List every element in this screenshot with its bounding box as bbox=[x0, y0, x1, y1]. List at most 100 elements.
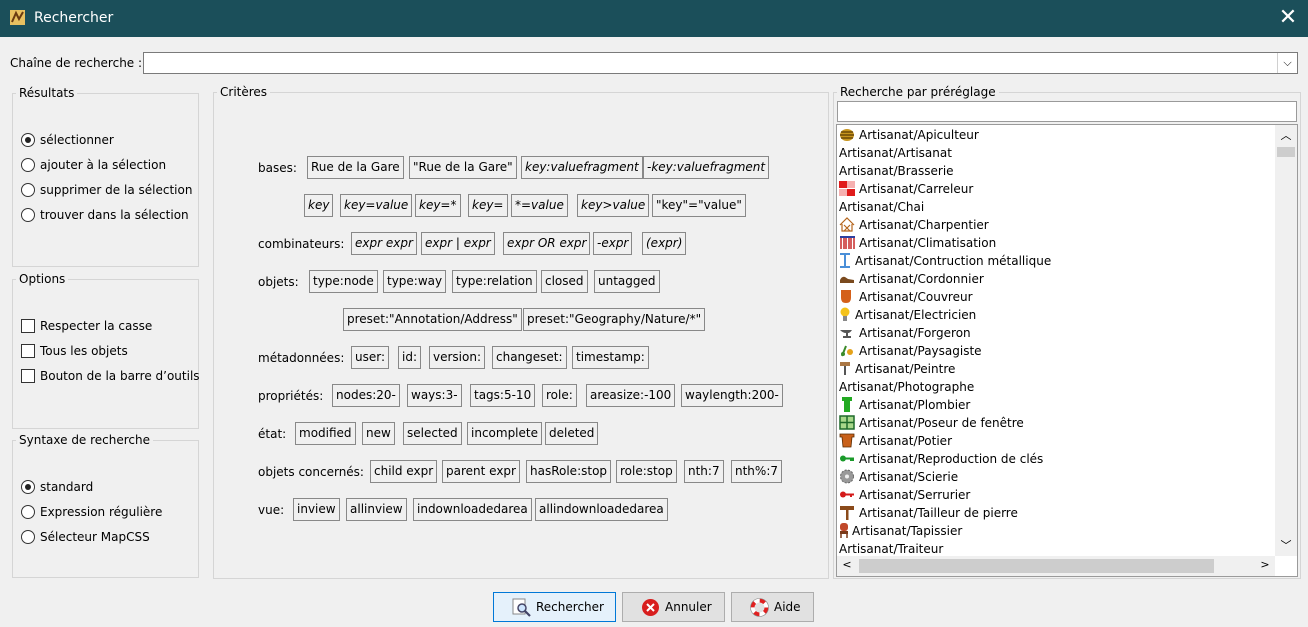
list-item[interactable]: Artisanat/Plombier bbox=[839, 396, 970, 414]
token-key-empty[interactable]: key= bbox=[468, 194, 508, 217]
chevron-up-icon[interactable]: ︿ bbox=[1275, 127, 1297, 143]
token-quoted-key-value[interactable]: "key"="value" bbox=[652, 194, 746, 217]
list-item[interactable]: Artisanat/Peintre bbox=[839, 360, 955, 378]
token-changeset[interactable]: changeset: bbox=[492, 346, 567, 369]
token-incomplete[interactable]: incomplete bbox=[467, 422, 542, 445]
token-key-star[interactable]: key=* bbox=[415, 194, 461, 217]
list-item[interactable]: Artisanat/Serrurier bbox=[839, 486, 970, 504]
scrollbar-thumb[interactable] bbox=[1277, 147, 1295, 157]
chevron-right-icon[interactable]: > bbox=[1257, 558, 1273, 574]
radio-standard[interactable] bbox=[21, 480, 35, 494]
token-nodes[interactable]: nodes:20- bbox=[332, 384, 400, 407]
token-areasize[interactable]: areasize:-100 bbox=[586, 384, 676, 407]
token-key-gt-value[interactable]: key>value bbox=[577, 194, 650, 217]
radio-mapcss[interactable] bbox=[21, 530, 35, 544]
token-nth-percent[interactable]: nth%:7 bbox=[731, 460, 782, 483]
token-allindownloadedarea[interactable]: allindownloadedarea bbox=[535, 498, 668, 521]
list-item[interactable]: Artisanat/Couvreur bbox=[839, 288, 973, 306]
token-untagged[interactable]: untagged bbox=[594, 270, 660, 293]
token-expr-expr[interactable]: expr expr bbox=[351, 232, 417, 255]
token-preset-address[interactable]: preset:"Annotation/Address" bbox=[343, 308, 522, 331]
scrollbar-thumb[interactable] bbox=[859, 559, 1214, 573]
cancel-button[interactable]: Annuler bbox=[622, 592, 725, 622]
token-allinview[interactable]: allinview bbox=[346, 498, 407, 521]
help-button[interactable]: Aide bbox=[731, 592, 814, 622]
token-expr-or-expr[interactable]: expr OR expr bbox=[503, 232, 591, 255]
list-item[interactable]: Artisanat/Artisanat bbox=[839, 144, 952, 162]
list-item[interactable]: Artisanat/Tailleur de pierre bbox=[839, 504, 1018, 522]
radio-remove-from-selection[interactable] bbox=[21, 183, 35, 197]
all-objects-checkbox[interactable] bbox=[21, 344, 35, 358]
list-item[interactable]: Artisanat/Paysagiste bbox=[839, 342, 982, 360]
token-bases-1[interactable]: Rue de la Gare bbox=[307, 156, 404, 179]
token-paren-expr[interactable]: (expr) bbox=[642, 232, 687, 255]
results-title: Résultats bbox=[16, 86, 78, 100]
list-item[interactable]: Artisanat/Chai bbox=[839, 198, 924, 216]
token-bases-4[interactable]: -key:valuefragment bbox=[643, 156, 770, 179]
close-icon[interactable]: ✕ bbox=[1276, 6, 1300, 30]
list-item[interactable]: Artisanat/Forgeron bbox=[839, 324, 971, 342]
token-selected[interactable]: selected bbox=[403, 422, 462, 445]
token-closed[interactable]: closed bbox=[541, 270, 588, 293]
token-role[interactable]: role: bbox=[542, 384, 577, 407]
token-new[interactable]: new bbox=[362, 422, 395, 445]
horizontal-scrollbar[interactable]: < > bbox=[837, 556, 1275, 576]
token-type-relation[interactable]: type:relation bbox=[452, 270, 537, 293]
token-deleted[interactable]: deleted bbox=[545, 422, 599, 445]
search-input[interactable]: ⌵ bbox=[143, 52, 1298, 74]
list-item[interactable]: Artisanat/Contruction métallique bbox=[839, 252, 1051, 270]
list-item[interactable]: Artisanat/Scierie bbox=[839, 468, 958, 486]
token-inview[interactable]: inview bbox=[293, 498, 340, 521]
radio-regex[interactable] bbox=[21, 505, 35, 519]
list-item[interactable]: Artisanat/Tapissier bbox=[839, 522, 962, 540]
radio-select[interactable] bbox=[21, 133, 35, 147]
list-item[interactable]: Artisanat/Brasserie bbox=[839, 162, 954, 180]
token-waylength[interactable]: waylength:200- bbox=[681, 384, 783, 407]
chevron-down-icon[interactable]: ⌵ bbox=[1277, 53, 1297, 73]
token-bases-2[interactable]: "Rue de la Gare" bbox=[409, 156, 517, 179]
list-item[interactable]: Artisanat/Apiculteur bbox=[839, 126, 979, 144]
token-ways[interactable]: ways:3- bbox=[407, 384, 462, 407]
token-not-expr[interactable]: -expr bbox=[593, 232, 633, 255]
list-item[interactable]: Artisanat/Poseur de fenêtre bbox=[839, 414, 1024, 432]
list-item[interactable]: Artisanat/Charpentier bbox=[839, 216, 989, 234]
list-item[interactable]: Artisanat/Electricien bbox=[839, 306, 976, 324]
token-key-value[interactable]: key=value bbox=[340, 194, 413, 217]
token-type-way[interactable]: type:way bbox=[383, 270, 447, 293]
case-sensitive-checkbox[interactable] bbox=[21, 319, 35, 333]
token-bases-3[interactable]: key:valuefragment bbox=[521, 156, 643, 179]
all-objects-label: Tous les objets bbox=[40, 344, 128, 358]
token-nth[interactable]: nth:7 bbox=[684, 460, 724, 483]
radio-standard-label: standard bbox=[40, 480, 94, 494]
vertical-scrollbar[interactable]: ︿ ﹀ bbox=[1275, 125, 1297, 556]
token-timestamp[interactable]: timestamp: bbox=[572, 346, 649, 369]
list-item[interactable]: Artisanat/Cordonnier bbox=[839, 270, 984, 288]
list-item[interactable]: Artisanat/Climatisation bbox=[839, 234, 996, 252]
token-hasrole[interactable]: hasRole:stop bbox=[526, 460, 612, 483]
list-item[interactable]: Artisanat/Photographe bbox=[839, 378, 974, 396]
radio-add-to-selection[interactable] bbox=[21, 158, 35, 172]
token-star-value[interactable]: *=value bbox=[511, 194, 568, 217]
token-type-node[interactable]: type:node bbox=[309, 270, 378, 293]
token-parent-expr[interactable]: parent expr bbox=[442, 460, 520, 483]
token-id[interactable]: id: bbox=[398, 346, 421, 369]
token-modified[interactable]: modified bbox=[295, 422, 356, 445]
token-role-stop[interactable]: role:stop bbox=[616, 460, 677, 483]
token-user[interactable]: user: bbox=[351, 346, 390, 369]
radio-find-in-selection[interactable] bbox=[21, 208, 35, 222]
token-child-expr[interactable]: child expr bbox=[370, 460, 438, 483]
token-tags[interactable]: tags:5-10 bbox=[470, 384, 536, 407]
chevron-left-icon[interactable]: < bbox=[839, 558, 855, 574]
token-preset-nature[interactable]: preset:"Geography/Nature/*" bbox=[523, 308, 706, 331]
search-button[interactable]: Rechercher bbox=[493, 592, 616, 622]
list-item[interactable]: Artisanat/Reproduction de clés bbox=[839, 450, 1043, 468]
list-item[interactable]: Artisanat/Carreleur bbox=[839, 180, 973, 198]
chevron-down-icon[interactable]: ﹀ bbox=[1275, 537, 1297, 553]
token-indownloadedarea[interactable]: indownloadedarea bbox=[413, 498, 532, 521]
token-version[interactable]: version: bbox=[429, 346, 485, 369]
token-expr-pipe-expr[interactable]: expr | expr bbox=[421, 232, 495, 255]
list-item[interactable]: Artisanat/Potier bbox=[839, 432, 952, 450]
preset-filter-input[interactable] bbox=[837, 101, 1297, 122]
toolbar-button-checkbox[interactable] bbox=[21, 369, 35, 383]
token-key[interactable]: key bbox=[304, 194, 334, 217]
